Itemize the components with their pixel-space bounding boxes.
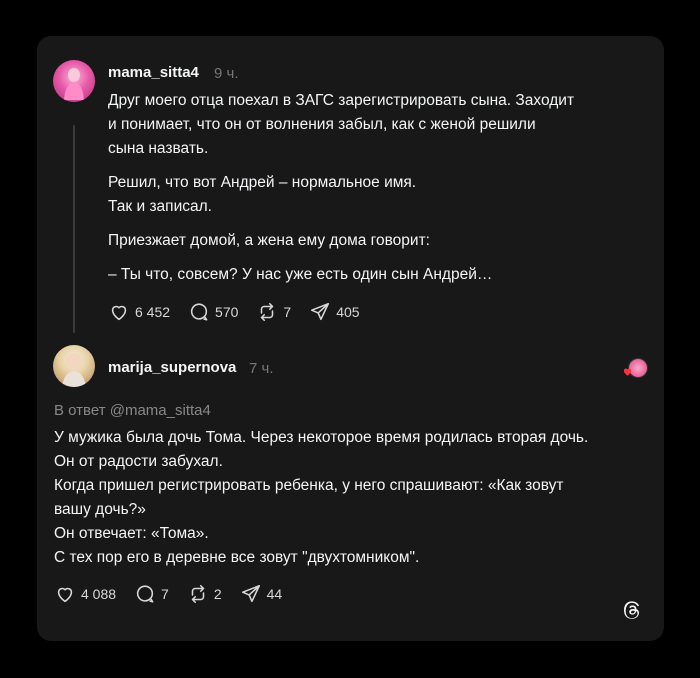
reply-time: 7 ч. <box>249 360 274 377</box>
like-count: 4 088 <box>81 586 117 602</box>
repost-icon <box>261 302 274 322</box>
liked-heart-icon <box>623 368 632 376</box>
repost-count: 7 <box>283 304 292 320</box>
comment-count: 570 <box>215 304 239 320</box>
share-count: 405 <box>336 304 360 320</box>
reply-username[interactable]: marija_supernova <box>108 359 236 376</box>
post-paragraph: Друг моего отца поехал в ЗАГС зарегистри… <box>108 92 575 157</box>
share-button[interactable]: 44 <box>240 583 283 605</box>
avatar-mama-sitta4[interactable] <box>53 60 95 102</box>
comment-icon <box>190 303 208 321</box>
post-paragraph: – Ты что, совсем? У нас уже есть один сы… <box>108 266 493 283</box>
heart-icon <box>57 587 73 603</box>
post-paragraph: Решил, что вот Андрей – нормальное имя. … <box>108 174 417 215</box>
heart-icon <box>111 305 127 321</box>
like-button[interactable]: 6 452 <box>108 301 170 323</box>
repost-icon <box>191 584 205 604</box>
post-time: 9 ч. <box>214 65 239 82</box>
comment-icon <box>136 585 154 603</box>
like-count: 6 452 <box>135 304 171 320</box>
share-icon <box>311 302 330 321</box>
repost-count: 2 <box>213 586 222 602</box>
comment-button[interactable]: 7 <box>134 583 169 605</box>
reply-actions: 4 088 7 2 44 <box>54 583 300 605</box>
comment-button[interactable]: 570 <box>188 301 238 323</box>
share-icon <box>241 584 260 603</box>
comment-count: 7 <box>161 586 169 602</box>
threads-card: mama_sitta4 9 ч. Друг моего отца поехал … <box>37 36 664 641</box>
threads-logo-icon[interactable] <box>620 598 644 622</box>
share-button[interactable]: 405 <box>309 301 360 323</box>
repost-button[interactable]: 7 <box>256 301 291 323</box>
avatar-marija-supernova[interactable] <box>53 345 95 387</box>
post-actions: 6 452 570 7 405 <box>108 301 378 323</box>
share-count: 44 <box>266 586 283 602</box>
like-button[interactable]: 4 088 <box>54 583 116 605</box>
repost-button[interactable]: 2 <box>187 583 222 605</box>
thread-line <box>73 125 75 333</box>
reply-text: У мужика была дочь Тома. Через некоторое… <box>54 429 589 566</box>
post-username[interactable]: mama_sitta4 <box>108 64 199 81</box>
reply-to-label[interactable]: В ответ @mama_sitta4 <box>54 402 211 419</box>
post-paragraph: Приезжает домой, а жена ему дома говорит… <box>108 232 430 249</box>
reply-body: У мужика была дочь Тома. Через некоторое… <box>54 426 654 580</box>
post-body: Друг моего отца поехал в ЗАГС зарегистри… <box>108 89 648 297</box>
